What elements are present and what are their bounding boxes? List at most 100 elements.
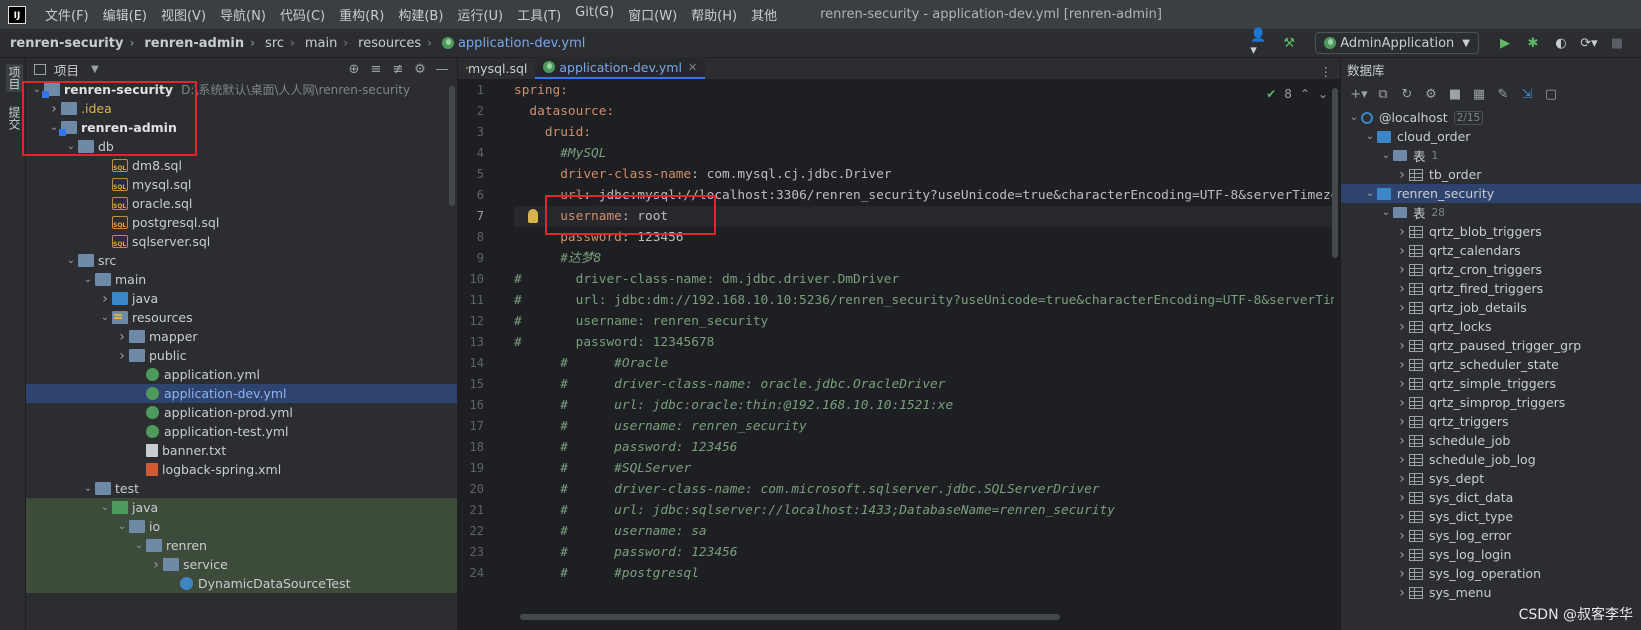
editor-vertical-scrollbar[interactable] — [1332, 88, 1338, 258]
chevron-right-icon[interactable]: › — [1395, 566, 1409, 582]
chevron-right-icon[interactable]: › — [1395, 585, 1409, 601]
code-line[interactable]: # #postgresql — [514, 563, 1334, 584]
add-icon[interactable]: +▾ — [1349, 87, 1369, 102]
chevron-down-icon[interactable]: ⌄ — [64, 255, 78, 266]
chevron-down-icon[interactable]: ⌄ — [115, 521, 129, 532]
editor-tab[interactable]: application-dev.yml ✕ — [535, 57, 706, 79]
tree-row[interactable]: logback-spring.xml — [26, 460, 457, 479]
editor-tab[interactable]: mysql.sql — [458, 57, 535, 79]
chevron-right-icon[interactable]: › — [1395, 243, 1409, 259]
chevron-right-icon[interactable]: › — [1395, 395, 1409, 411]
db-tree-row[interactable]: › qrtz_paused_trigger_grp — [1341, 336, 1641, 355]
chevron-down-icon[interactable]: ⌄ — [1363, 131, 1377, 142]
menu-item[interactable]: 导航(N) — [213, 5, 273, 24]
jump-icon[interactable]: ⇲ — [1517, 87, 1537, 102]
db-tree-row[interactable]: › sys_menu — [1341, 583, 1641, 602]
tree-row[interactable]: ⌄ renren — [26, 536, 457, 555]
stop-icon[interactable]: ■ — [1445, 87, 1465, 102]
chevron-right-icon[interactable]: › — [1395, 452, 1409, 468]
db-tree-row[interactable]: › qrtz_fired_triggers — [1341, 279, 1641, 298]
breadcrumb-item[interactable]: renren-security › — [0, 36, 134, 51]
chevron-right-icon[interactable]: › — [1395, 433, 1409, 449]
chevron-right-icon[interactable]: › — [115, 329, 129, 345]
chevron-right-icon[interactable]: › — [1395, 414, 1409, 430]
tree-row[interactable]: oracle.sql — [26, 194, 457, 213]
project-tool-button[interactable]: 项目 — [6, 64, 23, 92]
db-tree-row[interactable]: › schedule_job — [1341, 431, 1641, 450]
db-tree-row[interactable]: ⌄ @localhost 2/15 — [1341, 108, 1641, 127]
chevron-down-icon[interactable]: ⌄ — [1363, 188, 1377, 199]
breadcrumb-item[interactable]: renren-admin › — [134, 36, 255, 51]
tree-row[interactable]: › service — [26, 555, 457, 574]
tree-row[interactable]: ⌄ main — [26, 270, 457, 289]
db-tree-row[interactable]: › qrtz_cron_triggers — [1341, 260, 1641, 279]
close-icon[interactable]: ✕ — [688, 61, 697, 74]
tree-row[interactable]: ⌄ java — [26, 498, 457, 517]
chevron-down-icon[interactable]: ⌄ — [1379, 150, 1393, 161]
db-tree-row[interactable]: › qrtz_job_details — [1341, 298, 1641, 317]
chevron-up-icon[interactable]: ⌃ — [1300, 87, 1310, 101]
code-line[interactable]: # password: 123456 — [514, 542, 1334, 563]
code-line[interactable]: # username: renren_security — [514, 311, 1334, 332]
chevron-right-icon[interactable]: › — [1395, 167, 1409, 183]
chevron-right-icon[interactable]: › — [1395, 224, 1409, 240]
tree-row[interactable]: ⌄ src — [26, 251, 457, 270]
chevron-right-icon[interactable]: › — [98, 291, 112, 307]
chevron-right-icon[interactable]: › — [1395, 471, 1409, 487]
tree-row[interactable]: sqlserver.sql — [26, 232, 457, 251]
table-view-icon[interactable]: ▦ — [1469, 87, 1489, 102]
lightbulb-icon[interactable] — [528, 209, 538, 223]
tree-row[interactable]: ⌄ io — [26, 517, 457, 536]
locate-icon[interactable]: ⊕ — [343, 62, 365, 77]
code-line[interactable]: # password: 12345678 — [514, 332, 1334, 353]
chevron-right-icon[interactable]: › — [1395, 547, 1409, 563]
profile-icon[interactable]: ⟳▾ — [1578, 34, 1600, 52]
chevron-right-icon[interactable]: › — [149, 557, 163, 573]
db-tree-row[interactable]: › sys_dict_type — [1341, 507, 1641, 526]
tree-row[interactable]: application-prod.yml — [26, 403, 457, 422]
code-line[interactable]: driver-class-name: com.mysql.cj.jdbc.Dri… — [514, 164, 1334, 185]
tree-row[interactable]: mysql.sql — [26, 175, 457, 194]
code-content[interactable]: spring: datasource: druid: #MySQL driver… — [514, 80, 1334, 630]
menu-item[interactable]: 运行(U) — [450, 5, 510, 24]
user-icon[interactable]: 👤▾ — [1250, 28, 1272, 58]
chevron-right-icon[interactable]: › — [1395, 357, 1409, 373]
code-line[interactable]: # #Oracle — [514, 353, 1334, 374]
chevron-down-icon[interactable]: ▼ — [91, 64, 99, 75]
coverage-icon[interactable]: ◐ — [1550, 34, 1572, 52]
debug-icon[interactable]: ✱ — [1522, 34, 1544, 52]
tree-row[interactable]: › public — [26, 346, 457, 365]
collapse-all-icon[interactable]: ≢ — [387, 62, 409, 77]
code-line[interactable]: # username: sa — [514, 521, 1334, 542]
code-line[interactable]: # driver-class-name: dm.jdbc.driver.DmDr… — [514, 269, 1334, 290]
code-line[interactable]: # password: 123456 — [514, 437, 1334, 458]
code-line[interactable]: # url: jdbc:sqlserver://localhost:1433;D… — [514, 500, 1334, 521]
db-tree-row[interactable]: ⌄ 表 1 — [1341, 146, 1641, 165]
run-configuration-select[interactable]: AdminApplication ▼ — [1315, 32, 1479, 54]
breadcrumb-item[interactable]: main › — [295, 36, 348, 51]
chevron-right-icon[interactable]: › — [1395, 490, 1409, 506]
chevron-down-icon[interactable]: ⌄ — [81, 274, 95, 285]
menu-item[interactable]: 其他 — [744, 5, 784, 24]
chevron-down-icon[interactable]: ⌄ — [81, 483, 95, 494]
db-tree-row[interactable]: › schedule_job_log — [1341, 450, 1641, 469]
db-tree-row[interactable]: › sys_log_operation — [1341, 564, 1641, 583]
chevron-right-icon[interactable]: › — [1395, 319, 1409, 335]
db-tree-row[interactable]: ⌄ 表 28 — [1341, 203, 1641, 222]
db-tree-row[interactable]: › qrtz_scheduler_state — [1341, 355, 1641, 374]
chevron-right-icon[interactable]: › — [115, 348, 129, 364]
tree-row[interactable]: application-test.yml — [26, 422, 457, 441]
tree-row[interactable]: banner.txt — [26, 441, 457, 460]
menu-item[interactable]: 视图(V) — [154, 5, 213, 24]
menu-item[interactable]: 编辑(E) — [96, 5, 154, 24]
code-line[interactable]: spring: — [514, 80, 1334, 101]
chevron-right-icon[interactable]: › — [1395, 300, 1409, 316]
code-line[interactable]: #达梦8 — [514, 248, 1334, 269]
menu-item[interactable]: 构建(B) — [391, 5, 450, 24]
editor-horizontal-scrollbar[interactable] — [520, 614, 1060, 620]
minimize-icon[interactable]: — — [431, 62, 453, 77]
tree-row[interactable]: ⌄ test — [26, 479, 457, 498]
chevron-right-icon[interactable]: › — [1395, 509, 1409, 525]
db-tree-row[interactable]: ⌄ renren_security — [1341, 184, 1641, 203]
commit-tool-button[interactable]: 提交 — [6, 106, 23, 130]
